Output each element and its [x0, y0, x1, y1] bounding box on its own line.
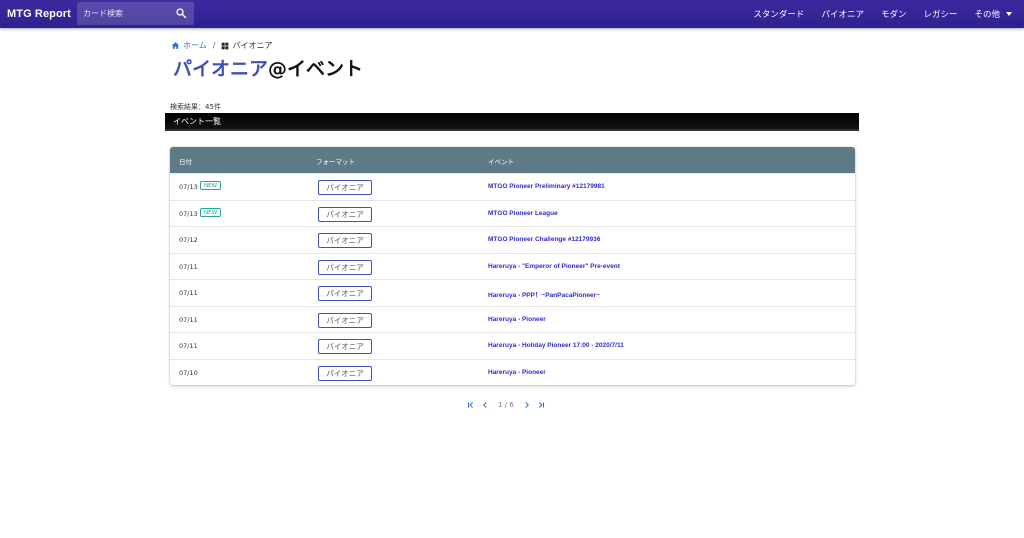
event-link[interactable]: Hareruya - Holiday Pioneer 17:00 - 2020/…: [488, 342, 624, 349]
breadcrumb-separator: /: [212, 41, 216, 50]
format-chip[interactable]: パイオニア: [318, 312, 372, 328]
breadcrumb: ホーム / パイオニア: [171, 40, 272, 51]
first-page-icon[interactable]: [464, 398, 478, 412]
column-header-event: イベント: [488, 158, 514, 166]
format-chip[interactable]: パイオニア: [318, 206, 372, 222]
grid-icon: [222, 42, 229, 49]
nav-other-menu[interactable]: その他: [974, 8, 1012, 20]
page-title-rest: @イベント: [268, 58, 364, 80]
new-badge: NEW: [200, 181, 222, 190]
column-header-date: 日付: [179, 158, 192, 166]
section-header: イベント一覧: [165, 113, 859, 131]
nav-legacy[interactable]: レガシー: [923, 8, 957, 20]
row-date: 07/13: [179, 183, 198, 191]
search-box[interactable]: [77, 2, 194, 25]
table-row: 07/12 パイオニア MTGO Pioneer Challenge #1217…: [170, 226, 855, 253]
brand-logo[interactable]: MTG Report: [7, 8, 71, 20]
table-row: 07/13 NEW パイオニア MTGO Pioneer Preliminary…: [170, 173, 855, 200]
app-bar: MTG Report スタンダード パイオニア モダン レガシー その他: [0, 0, 1024, 28]
search-input[interactable]: [83, 9, 173, 18]
table-row: 07/11 パイオニア Hareruya - PPP！~PanPacaPione…: [170, 279, 855, 306]
row-date: 07/11: [179, 289, 198, 297]
last-page-icon[interactable]: [534, 398, 548, 412]
format-chip[interactable]: パイオニア: [318, 286, 372, 301]
breadcrumb-current: パイオニア: [232, 41, 273, 50]
row-date: 07/11: [179, 342, 198, 350]
event-link[interactable]: Hareruya - "Emperor of Pioneer" Pre-even…: [488, 263, 620, 270]
row-date: 07/10: [179, 368, 198, 377]
event-link[interactable]: Hareruya - Pioneer: [488, 369, 546, 376]
home-icon: [171, 42, 180, 49]
format-chip[interactable]: パイオニア: [318, 180, 372, 195]
table-row: 07/13 NEW パイオニア MTGO Pioneer League: [170, 199, 855, 227]
result-count: 検索結果：45件: [170, 103, 221, 111]
table-row: 07/11 パイオニア Hareruya - Holiday Pioneer 1…: [170, 332, 855, 359]
page-title-accent: パイオニア: [173, 58, 269, 80]
event-link[interactable]: MTGO Pioneer League: [488, 210, 558, 217]
row-date: 07/11: [179, 262, 198, 271]
table-row: 07/10 パイオニア Hareruya - Pioneer: [170, 358, 855, 386]
next-page-icon[interactable]: [520, 398, 534, 412]
event-link[interactable]: MTGO Pioneer Preliminary #12179981: [488, 183, 605, 190]
row-date: 07/12: [179, 236, 198, 244]
page-indicator: 1 / 6: [498, 401, 514, 409]
page-title: パイオニア@イベント: [173, 56, 363, 82]
event-link[interactable]: Hareruya - Pioneer: [488, 316, 546, 323]
nav-standard[interactable]: スタンダード: [753, 8, 804, 20]
prev-page-icon[interactable]: [478, 398, 492, 412]
row-date: 07/11: [179, 315, 198, 324]
nav-modern[interactable]: モダン: [881, 8, 907, 20]
format-chip[interactable]: パイオニア: [318, 233, 372, 248]
table-row: 07/11 パイオニア Hareruya - Pioneer: [170, 305, 855, 333]
row-date: 07/13: [179, 209, 198, 218]
table-header: 日付 フォーマット イベント: [170, 147, 855, 173]
table-row: 07/11 パイオニア Hareruya - "Emperor of Pione…: [170, 252, 855, 280]
format-chip[interactable]: パイオニア: [318, 365, 372, 381]
caret-down-icon: [1006, 12, 1012, 16]
nav-pioneer[interactable]: パイオニア: [821, 8, 864, 20]
event-link[interactable]: Hareruya - PPP！~PanPacaPioneer~: [488, 289, 600, 299]
breadcrumb-home-link[interactable]: ホーム: [183, 40, 207, 51]
nav-other-label: その他: [974, 10, 1000, 20]
main-nav: スタンダード パイオニア モダン レガシー その他: [736, 0, 1012, 28]
event-link[interactable]: MTGO Pioneer Challenge #12179936: [488, 236, 600, 243]
search-icon[interactable]: [175, 7, 187, 19]
pagination: 1 / 6: [464, 398, 548, 412]
format-chip[interactable]: パイオニア: [318, 259, 372, 275]
events-table: 日付 フォーマット イベント 07/13 NEW パイオニア MTGO Pion…: [170, 147, 855, 385]
new-badge: NEW: [200, 207, 222, 217]
format-chip[interactable]: パイオニア: [318, 339, 372, 354]
column-header-format: フォーマット: [316, 158, 355, 166]
